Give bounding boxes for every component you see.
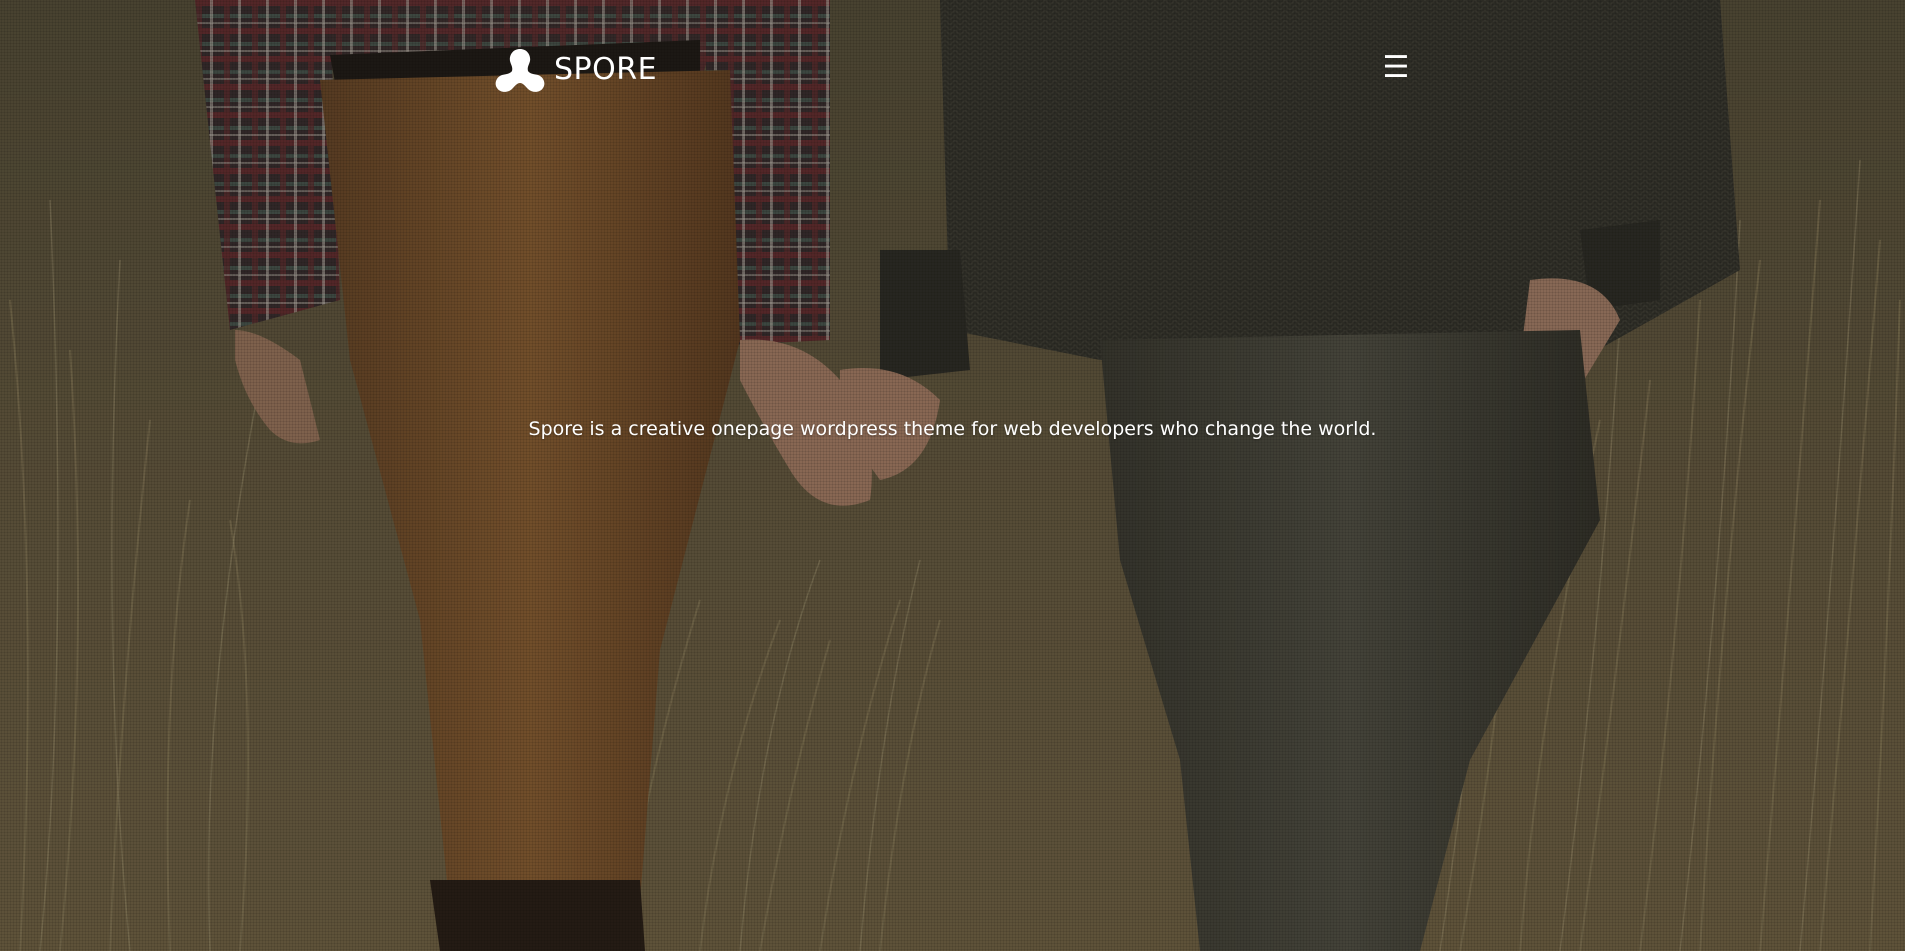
site-logo[interactable]: SPORE (494, 47, 657, 93)
hero-section: SPORE ☰ Spore is a creative onepage word… (0, 0, 1905, 951)
hero-tagline: Spore is a creative onepage wordpress th… (528, 418, 1377, 440)
hero-dark-overlay (0, 0, 1905, 951)
hamburger-menu-icon[interactable]: ☰ (1382, 53, 1410, 83)
brand-name: SPORE (554, 52, 658, 87)
spore-logo-icon (495, 49, 545, 92)
